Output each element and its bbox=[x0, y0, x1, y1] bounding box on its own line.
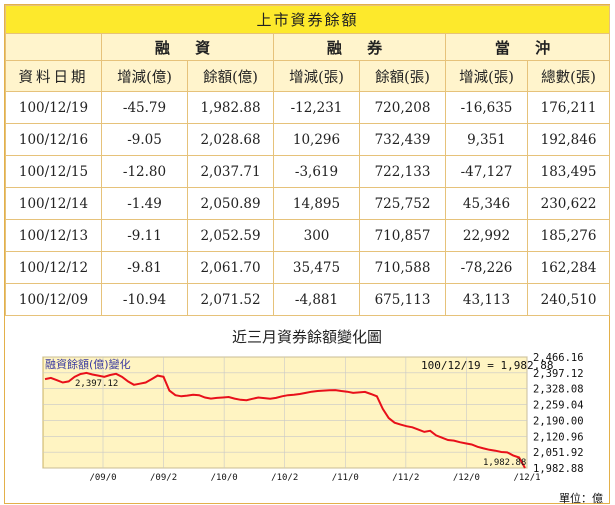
cell-short-balance: 722,133 bbox=[359, 155, 446, 188]
cell-short-balance: 710,857 bbox=[359, 219, 446, 252]
cell-date: 100/12/16 bbox=[5, 123, 102, 156]
margin-balance-chart: 融資餘額(億)變化 100/12/19 = 1,982.88 2,397.12 … bbox=[42, 352, 603, 505]
group-header-short: 融 券 bbox=[273, 33, 446, 61]
column-header-daytrade-change: 增減(張) bbox=[445, 60, 528, 92]
cell-daytrade-total: 230,622 bbox=[526, 187, 611, 220]
cell-date: 100/12/19 bbox=[5, 91, 102, 124]
y-tick-label: 2,051.92 bbox=[533, 447, 584, 459]
cell-daytrade-total: 192,846 bbox=[526, 123, 611, 156]
x-tick-label: /12/1 bbox=[513, 473, 540, 483]
chart-ylabel: 融資餘額(億)變化 bbox=[45, 357, 131, 371]
cell-date: 100/12/15 bbox=[5, 155, 102, 188]
chart-max-label: 2,397.12 bbox=[75, 379, 118, 389]
chart-min-label: 1,982.88 bbox=[483, 458, 526, 468]
cell-short-change: 14,895 bbox=[273, 187, 360, 220]
cell-margin-balance: 1,982.88 bbox=[187, 91, 274, 124]
table-row: 100/12/13 -9.11 2,052.59 300 710,857 22,… bbox=[5, 219, 611, 252]
cell-date: 100/12/14 bbox=[5, 187, 102, 220]
x-tick-label: /09/0 bbox=[89, 473, 116, 483]
x-tick-label: /10/0 bbox=[211, 473, 238, 483]
cell-daytrade-change: 9,351 bbox=[445, 123, 528, 156]
margin-balance-table: 上市資券餘額 融 資 融 券 當 沖 資料日期 增減(億) 餘額(億) 增減(張… bbox=[4, 5, 611, 316]
margin-balance-panel: 上市資券餘額 融 資 融 券 當 沖 資料日期 增減(億) 餘額(億) 增減(張… bbox=[4, 4, 611, 505]
cell-date: 100/12/09 bbox=[5, 283, 102, 316]
group-header-margin: 融 資 bbox=[101, 33, 274, 61]
cell-short-balance: 725,752 bbox=[359, 187, 446, 220]
cell-daytrade-total: 185,276 bbox=[526, 219, 611, 252]
group-header-daytrade: 當 沖 bbox=[444, 33, 611, 61]
column-header-row: 資料日期 增減(億) 餘額(億) 增減(張) 餘額(張) 增減(張) 總數(張) bbox=[5, 60, 611, 92]
table-row: 100/12/15 -12.80 2,037.71 -3,619 722,133… bbox=[5, 155, 611, 188]
cell-margin-change: -1.49 bbox=[101, 187, 188, 220]
cell-margin-change: -9.81 bbox=[101, 251, 188, 284]
chart-unit-label: 單位：億 bbox=[559, 491, 603, 505]
cell-margin-balance: 2,052.59 bbox=[187, 219, 274, 252]
cell-daytrade-change: 22,992 bbox=[445, 219, 528, 252]
cell-short-balance: 710,588 bbox=[359, 251, 446, 284]
cell-short-change: 10,296 bbox=[273, 123, 360, 156]
cell-short-change: -12,231 bbox=[273, 91, 360, 124]
cell-margin-change: -12.80 bbox=[101, 155, 188, 188]
cell-daytrade-total: 162,284 bbox=[526, 251, 611, 284]
cell-daytrade-total: 240,510 bbox=[526, 283, 611, 316]
y-tick-label: 2,466.16 bbox=[533, 352, 584, 364]
cell-daytrade-total: 176,211 bbox=[526, 91, 611, 124]
cell-short-change: 35,475 bbox=[273, 251, 360, 284]
table-row: 100/12/16 -9.05 2,028.68 10,296 732,439 … bbox=[5, 123, 611, 156]
table-title: 上市資券餘額 bbox=[4, 5, 611, 34]
x-tick-label: /11/0 bbox=[332, 473, 359, 483]
y-tick-label: 2,259.04 bbox=[533, 400, 584, 412]
cell-margin-balance: 2,071.52 bbox=[187, 283, 274, 316]
cell-margin-balance: 2,037.71 bbox=[187, 155, 274, 188]
cell-margin-change: -9.05 bbox=[101, 123, 188, 156]
y-tick-label: 2,120.96 bbox=[533, 431, 584, 443]
cell-short-balance: 732,439 bbox=[359, 123, 446, 156]
x-tick-labels: /09/0/09/2/10/0/10/2/11/0/11/2/12/0/12/1 bbox=[89, 473, 540, 483]
column-header-daytrade-total: 總數(張) bbox=[526, 60, 611, 92]
y-tick-label: 2,190.00 bbox=[533, 415, 584, 427]
cell-short-change: 300 bbox=[273, 219, 360, 252]
cell-margin-balance: 2,061.70 bbox=[187, 251, 274, 284]
cell-margin-balance: 2,050.89 bbox=[187, 187, 274, 220]
cell-daytrade-total: 183,495 bbox=[526, 155, 611, 188]
y-tick-labels: 2,466.16 2,397.12 2,328.08 2,259.04 2,190.00… bbox=[533, 352, 584, 475]
cell-margin-change: -45.79 bbox=[101, 91, 188, 124]
table-row: 100/12/09 -10.94 2,071.52 -4,881 675,113… bbox=[5, 283, 611, 316]
cell-daytrade-change: -16,635 bbox=[445, 91, 528, 124]
column-header-date: 資料日期 bbox=[5, 60, 102, 92]
cell-short-change: -3,619 bbox=[273, 155, 360, 188]
cell-daytrade-change: -78,226 bbox=[445, 251, 528, 284]
cell-daytrade-change: 43,113 bbox=[445, 283, 528, 316]
y-tick-label: 1,982.88 bbox=[533, 463, 584, 475]
chart-area: 近三月資券餘額變化圖 融資餘額(億)變化 100/12/19 = 1,982.8… bbox=[5, 322, 609, 505]
table-title-row: 上市資券餘額 bbox=[4, 5, 611, 34]
column-header-short-balance: 餘額(張) bbox=[359, 60, 446, 92]
cell-margin-balance: 2,028.68 bbox=[187, 123, 274, 156]
x-tick-label: /11/2 bbox=[392, 473, 419, 483]
column-header-short-change: 增減(張) bbox=[273, 60, 360, 92]
cell-margin-change: -9.11 bbox=[101, 219, 188, 252]
cell-daytrade-change: 45,346 bbox=[445, 187, 528, 220]
group-header-row: 融 資 融 券 當 沖 bbox=[5, 33, 611, 61]
table-row: 100/12/14 -1.49 2,050.89 14,895 725,752 … bbox=[5, 187, 611, 220]
cell-date: 100/12/12 bbox=[5, 251, 102, 284]
y-tick-label: 2,328.08 bbox=[533, 384, 584, 396]
cell-short-change: -4,881 bbox=[273, 283, 360, 316]
table-row: 100/12/12 -9.81 2,061.70 35,475 710,588 … bbox=[5, 251, 611, 284]
cell-margin-change: -10.94 bbox=[101, 283, 188, 316]
cell-daytrade-change: -47,127 bbox=[445, 155, 528, 188]
x-tick-label: /10/2 bbox=[271, 473, 298, 483]
cell-short-balance: 720,208 bbox=[359, 91, 446, 124]
column-header-margin-change: 增減(億) bbox=[101, 60, 188, 92]
x-tick-label: /12/0 bbox=[453, 473, 480, 483]
table-row: 100/12/19 -45.79 1,982.88 -12,231 720,20… bbox=[5, 91, 611, 124]
group-header-blank bbox=[5, 33, 102, 61]
cell-short-balance: 675,113 bbox=[359, 283, 446, 316]
y-tick-label: 2,397.12 bbox=[533, 368, 584, 380]
x-tick-label: /09/2 bbox=[150, 473, 177, 483]
cell-date: 100/12/13 bbox=[5, 219, 102, 252]
column-header-margin-balance: 餘額(億) bbox=[187, 60, 274, 92]
